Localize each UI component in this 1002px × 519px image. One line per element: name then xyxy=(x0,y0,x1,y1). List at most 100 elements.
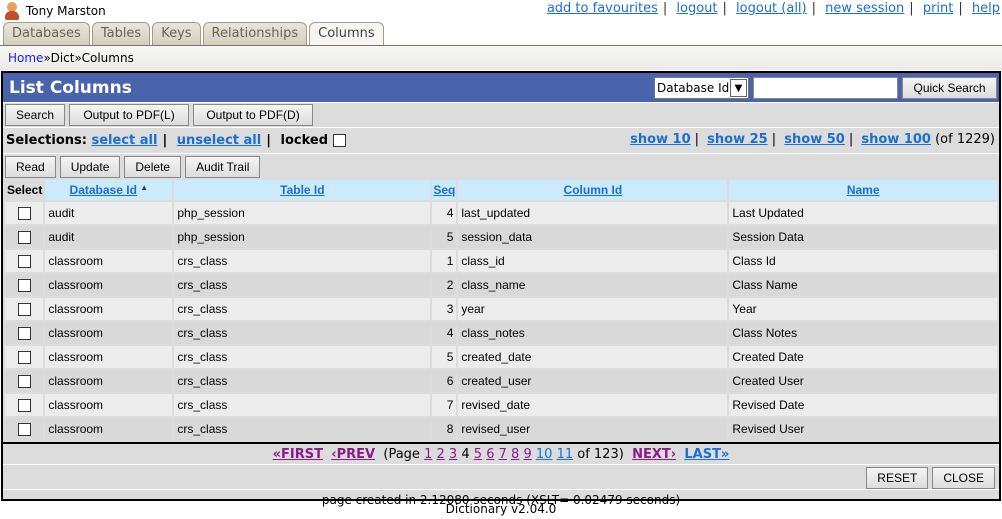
header-select: Select xyxy=(5,180,44,200)
page-link[interactable]: 9 xyxy=(523,447,531,462)
last-page-link[interactable]: LAST» xyxy=(684,447,729,462)
show-50-link[interactable]: show 50 xyxy=(784,132,845,147)
unselect-all-link[interactable]: unselect all xyxy=(177,133,261,148)
user-name: Tony Marston xyxy=(26,4,106,18)
current-page: 4 xyxy=(461,447,470,462)
row-select-checkbox[interactable] xyxy=(17,375,31,389)
row-select-checkbox[interactable] xyxy=(17,327,31,341)
selections-bar: Selections: select all | unselect all | lo… xyxy=(3,128,999,154)
next-page-link[interactable]: NEXT› xyxy=(632,447,676,462)
row-select-cell xyxy=(5,322,44,344)
cell-name: Session Data xyxy=(729,226,997,248)
reset-button[interactable]: RESET xyxy=(866,467,929,489)
tab-relationships[interactable]: Relationships xyxy=(202,22,308,46)
cell-name: Class Notes xyxy=(729,322,997,344)
tab-columns[interactable]: Columns xyxy=(309,22,384,46)
print-link[interactable]: print xyxy=(923,1,954,16)
sort-seq-link[interactable]: Seq xyxy=(433,183,455,197)
new-session-link[interactable]: new session xyxy=(825,1,904,16)
table-row[interactable]: classroom crs_class 1 class_id Class Id xyxy=(5,250,997,272)
header-database-id: Database Id ▲ xyxy=(45,180,173,200)
page-link[interactable]: 11 xyxy=(557,447,574,462)
page-link[interactable]: 10 xyxy=(536,447,553,462)
page-link[interactable]: 5 xyxy=(474,447,482,462)
columns-table: Select Database Id ▲ Table Id Seq Column… xyxy=(3,178,999,442)
read-button[interactable]: Read xyxy=(5,156,56,178)
row-select-checkbox[interactable] xyxy=(17,255,31,269)
total-count: (of 1229) xyxy=(935,132,995,147)
row-select-checkbox[interactable] xyxy=(17,303,31,317)
row-select-checkbox[interactable] xyxy=(17,207,31,221)
page-link[interactable]: 6 xyxy=(486,447,494,462)
show-25-link[interactable]: show 25 xyxy=(707,132,768,147)
table-row[interactable]: classroom crs_class 6 created_user Created U… xyxy=(5,370,997,392)
header-table-id: Table Id xyxy=(174,180,431,200)
row-select-checkbox[interactable] xyxy=(17,399,31,413)
output-pdf-l-button[interactable]: Output to PDF(L) xyxy=(69,104,190,126)
cell-seq: 5 xyxy=(432,346,457,368)
search-button[interactable]: Search xyxy=(5,104,66,126)
locked-checkbox[interactable] xyxy=(332,134,346,147)
show-100-link[interactable]: show 100 xyxy=(861,132,931,147)
audit-trail-button[interactable]: Audit Trail xyxy=(185,156,261,178)
row-select-checkbox[interactable] xyxy=(17,423,31,437)
cell-seq: 3 xyxy=(432,298,457,320)
sort-database-id-link[interactable]: Database Id xyxy=(70,183,137,197)
sort-table-id-link[interactable]: Table Id xyxy=(280,183,324,197)
cell-database-id: classroom xyxy=(45,418,173,440)
table-row[interactable]: classroom crs_class 4 class_notes Class Note… xyxy=(5,322,997,344)
cell-name: Last Updated xyxy=(729,202,997,224)
table-row[interactable]: audit php_session 5 session_data Session Dat… xyxy=(5,226,997,248)
quick-search-field-select[interactable]: Database Id ▼ xyxy=(654,77,749,99)
table-row[interactable]: classroom crs_class 3 year Year xyxy=(5,298,997,320)
breadcrumb-dict[interactable]: Dict xyxy=(51,51,75,65)
page-link[interactable]: 2 xyxy=(437,447,445,462)
page-link[interactable]: 3 xyxy=(449,447,457,462)
tab-tables[interactable]: Tables xyxy=(91,22,151,46)
first-page-link[interactable]: «FIRST xyxy=(273,447,323,462)
cell-table-id: crs_class xyxy=(174,274,431,296)
output-pdf-d-button[interactable]: Output to PDF(D) xyxy=(193,104,314,126)
table-row[interactable]: audit php_session 4 last_updated Last Update… xyxy=(5,202,997,224)
tab-keys[interactable]: Keys xyxy=(152,22,201,46)
table-row[interactable]: classroom crs_class 8 revised_user Revised U… xyxy=(5,418,997,440)
breadcrumb-home[interactable]: Home xyxy=(8,51,43,65)
select-all-link[interactable]: select all xyxy=(91,133,157,148)
action-buttons: Read Update Delete Audit Trail xyxy=(3,154,999,180)
show-10-link[interactable]: show 10 xyxy=(630,132,691,147)
table-row[interactable]: classroom crs_class 7 revised_date Revised D… xyxy=(5,394,997,416)
row-select-checkbox[interactable] xyxy=(17,279,31,293)
row-select-checkbox[interactable] xyxy=(17,231,31,245)
logout-all-link[interactable]: logout (all) xyxy=(736,1,807,16)
cell-column-id: revised_date xyxy=(458,394,728,416)
cell-table-id: php_session xyxy=(174,226,431,248)
quick-search-input[interactable] xyxy=(753,77,898,99)
close-button[interactable]: CLOSE xyxy=(932,467,995,489)
page-link[interactable]: 1 xyxy=(424,447,432,462)
update-button[interactable]: Update xyxy=(59,156,121,178)
chevron-down-icon: ▼ xyxy=(730,79,747,97)
delete-button[interactable]: Delete xyxy=(124,156,182,178)
row-select-checkbox[interactable] xyxy=(17,351,31,365)
table-row[interactable]: classroom crs_class 5 created_date Created D… xyxy=(5,346,997,368)
page-link[interactable]: 8 xyxy=(511,447,519,462)
header-name: Name xyxy=(729,180,997,200)
logout-link[interactable]: logout xyxy=(676,1,717,16)
page-link[interactable]: 7 xyxy=(499,447,507,462)
add-to-favourites-link[interactable]: add to favourites xyxy=(547,1,658,16)
cell-database-id: classroom xyxy=(45,298,173,320)
cell-column-id: created_user xyxy=(458,370,728,392)
cell-table-id: crs_class xyxy=(174,394,431,416)
prev-page-link[interactable]: ‹PREV xyxy=(331,447,375,462)
title-bar: List Columns Database Id ▼ Quick Search xyxy=(3,73,999,103)
cell-database-id: classroom xyxy=(45,250,173,272)
help-link[interactable]: help xyxy=(972,1,1000,16)
tab-databases[interactable]: Databases xyxy=(3,22,90,46)
table-row[interactable]: classroom crs_class 2 class_name Class Name xyxy=(5,274,997,296)
cell-name: Year xyxy=(729,298,997,320)
sort-column-id-link[interactable]: Column Id xyxy=(564,183,623,197)
sort-name-link[interactable]: Name xyxy=(847,183,880,197)
quick-search-button[interactable]: Quick Search xyxy=(902,77,997,99)
cell-table-id: crs_class xyxy=(174,250,431,272)
header-column-id: Column Id xyxy=(458,180,728,200)
